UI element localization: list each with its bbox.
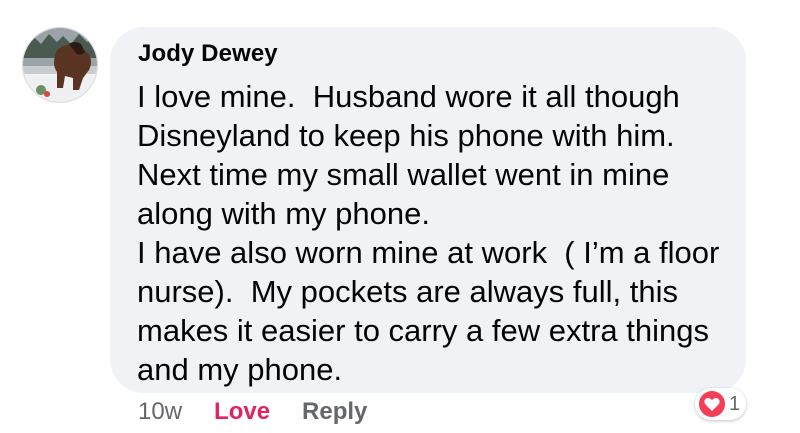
comment-line: Disneyland to keep his phone with him.: [137, 118, 675, 153]
reaction-count: 1: [729, 392, 741, 415]
avatar[interactable]: [22, 27, 98, 103]
reaction-summary[interactable]: 1: [695, 388, 747, 420]
comment-line: I love mine. Husband wore it all though: [137, 79, 680, 114]
timestamp[interactable]: 10w: [138, 398, 182, 426]
comment: Jody Dewey I love mine. Husband wore it …: [0, 0, 800, 433]
comment-line: nurse). My pockets are always full, this: [137, 274, 678, 309]
author-name[interactable]: Jody Dewey: [138, 40, 278, 68]
comment-text: I love mine. Husband wore it all though …: [137, 77, 737, 389]
comment-line: and my phone.: [137, 352, 343, 387]
avatar-photo: [23, 28, 97, 102]
comment-line: Next time my small wallet went in mine: [137, 157, 670, 192]
comment-actions: 10w Love Reply: [138, 398, 367, 426]
reply-button[interactable]: Reply: [302, 398, 367, 426]
love-button[interactable]: Love: [214, 398, 270, 426]
comment-line: I have also worn mine at work ( I’m a fl…: [137, 235, 720, 270]
comment-line: makes it easier to carry a few extra thi…: [137, 313, 710, 348]
comment-line: along with my phone.: [137, 196, 430, 231]
comment-bubble: Jody Dewey I love mine. Husband wore it …: [110, 27, 746, 393]
heart-icon: [699, 391, 725, 417]
